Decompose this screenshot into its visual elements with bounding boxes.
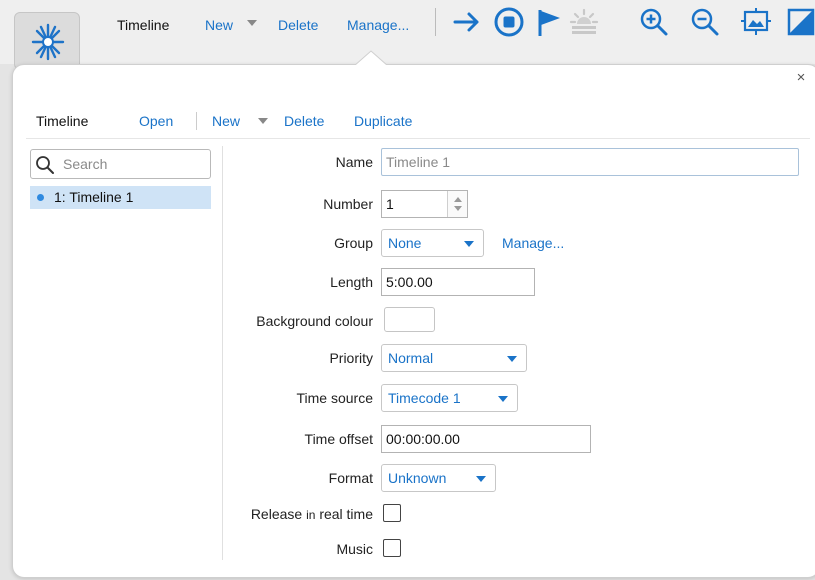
stepper-arrows-icon: [454, 197, 462, 211]
flag-icon[interactable]: [533, 6, 565, 38]
group-label: Group: [334, 235, 373, 251]
half-fill-icon[interactable]: [786, 6, 815, 38]
zoom-in-icon[interactable]: [638, 6, 670, 38]
list-item-label: 1: Timeline 1: [54, 189, 134, 205]
priority-value: Normal: [388, 350, 434, 366]
top-toolbar: Timeline New Delete Manage...: [0, 0, 815, 70]
arrow-right-icon[interactable]: [451, 6, 483, 38]
chevron-down-icon: [507, 356, 517, 362]
time-offset-label: Time offset: [304, 431, 373, 447]
toolbar-manage-button[interactable]: Manage...: [347, 16, 409, 34]
new-dropdown-caret-icon[interactable]: [257, 116, 269, 126]
format-dropdown[interactable]: Unknown: [381, 464, 496, 492]
time-source-value: Timecode 1: [388, 390, 461, 406]
popover-title: Timeline: [36, 113, 89, 129]
search-field[interactable]: [30, 149, 211, 179]
subtoolbar-divider: [26, 138, 810, 139]
sunrise-icon[interactable]: [568, 6, 600, 38]
list-item[interactable]: 1: Timeline 1: [30, 186, 211, 209]
toolbar-separator: [435, 8, 436, 36]
group-dropdown[interactable]: None: [381, 229, 484, 257]
background-colour-swatch[interactable]: [384, 307, 435, 332]
number-label: Number: [323, 196, 373, 212]
zoom-out-icon[interactable]: [689, 6, 721, 38]
group-value: None: [388, 235, 422, 251]
fit-screen-icon[interactable]: [740, 6, 772, 38]
search-icon: [36, 156, 54, 174]
background-colour-label: Background colour: [256, 313, 373, 329]
stop-circle-icon[interactable]: [493, 6, 525, 38]
new-button[interactable]: New: [212, 112, 240, 130]
priority-dropdown[interactable]: Normal: [381, 344, 527, 372]
subtoolbar-separator: [196, 112, 197, 130]
open-button[interactable]: Open: [139, 112, 173, 130]
toolbar-new-button[interactable]: New: [205, 16, 233, 34]
pane-divider: [222, 146, 223, 560]
time-source-label: Time source: [296, 390, 373, 406]
time-source-dropdown[interactable]: Timecode 1: [381, 384, 518, 412]
selected-dot-icon: [37, 194, 44, 201]
group-manage-link[interactable]: Manage...: [502, 234, 564, 252]
release-in-real-time-checkbox[interactable]: [383, 504, 401, 522]
music-label: Music: [336, 541, 373, 557]
search-input[interactable]: [61, 154, 206, 174]
chevron-down-icon: [476, 476, 486, 482]
close-button[interactable]: ×: [793, 70, 809, 86]
time-offset-field[interactable]: 00:00:00.00: [381, 425, 591, 453]
app-logo-tile[interactable]: [14, 12, 80, 70]
name-label: Name: [335, 154, 373, 170]
format-label: Format: [328, 470, 373, 486]
new-dropdown-caret-icon[interactable]: [246, 18, 258, 28]
length-field[interactable]: 5:00.00: [381, 268, 535, 296]
delete-button[interactable]: Delete: [284, 112, 324, 130]
toolbar-title: Timeline: [117, 17, 170, 33]
chevron-down-icon: [498, 396, 508, 402]
duplicate-button[interactable]: Duplicate: [354, 112, 412, 130]
starburst-logo-icon: [31, 23, 65, 61]
music-checkbox[interactable]: [383, 539, 401, 557]
chevron-down-icon: [464, 241, 474, 247]
release-in-real-time-label: Release in real time: [250, 506, 373, 522]
length-label: Length: [330, 274, 373, 290]
popover-arrow: [354, 50, 388, 66]
priority-label: Priority: [329, 350, 373, 366]
format-value: Unknown: [388, 470, 447, 486]
toolbar-delete-button[interactable]: Delete: [278, 16, 318, 34]
number-stepper[interactable]: [447, 191, 467, 217]
name-field[interactable]: Timeline 1: [381, 148, 799, 176]
